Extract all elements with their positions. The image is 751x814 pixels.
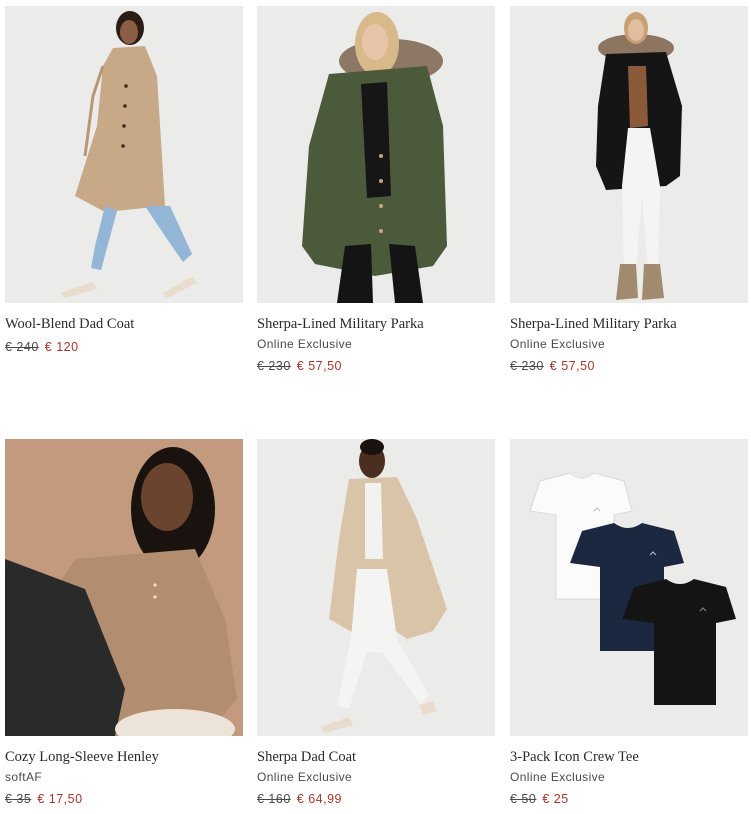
original-price: € 240 bbox=[5, 340, 39, 354]
product-image[interactable] bbox=[5, 6, 243, 303]
product-price: € 230 € 57,50 bbox=[510, 359, 748, 374]
product-image[interactable] bbox=[257, 439, 495, 736]
product-price: € 240 € 120 bbox=[5, 340, 243, 355]
original-price: € 35 bbox=[5, 792, 32, 806]
product-tag: Online Exclusive bbox=[510, 770, 606, 784]
product-card[interactable]: Wool-Blend Dad Coat € 240 € 120 bbox=[5, 6, 243, 355]
product-tag: Online Exclusive bbox=[257, 337, 353, 351]
product-price: € 160 € 64,99 bbox=[257, 792, 495, 807]
product-tag: Online Exclusive bbox=[257, 770, 353, 784]
sale-price: € 57,50 bbox=[549, 359, 595, 373]
product-card[interactable]: Sherpa Dad Coat Online Exclusive € 160 € … bbox=[257, 439, 495, 807]
product-name[interactable]: Sherpa-Lined Military Parka bbox=[510, 315, 748, 333]
sale-price: € 120 bbox=[44, 340, 79, 354]
original-price: € 160 bbox=[257, 792, 291, 806]
product-tag: softAF bbox=[5, 770, 43, 784]
product-name[interactable]: Wool-Blend Dad Coat bbox=[5, 315, 243, 333]
product-name[interactable]: Sherpa-Lined Military Parka bbox=[257, 315, 495, 333]
product-card[interactable]: 3-Pack Icon Crew Tee Online Exclusive € … bbox=[510, 439, 748, 807]
sale-price: € 25 bbox=[542, 792, 569, 806]
sale-price: € 64,99 bbox=[296, 792, 342, 806]
sale-price: € 17,50 bbox=[37, 792, 83, 806]
product-name[interactable]: Sherpa Dad Coat bbox=[257, 748, 495, 766]
original-price: € 230 bbox=[510, 359, 544, 373]
original-price: € 230 bbox=[257, 359, 291, 373]
product-card[interactable]: Sherpa-Lined Military Parka Online Exclu… bbox=[510, 6, 748, 374]
product-image[interactable] bbox=[257, 6, 495, 303]
product-name[interactable]: Cozy Long-Sleeve Henley bbox=[5, 748, 243, 766]
original-price: € 50 bbox=[510, 792, 537, 806]
product-price: € 230 € 57,50 bbox=[257, 359, 495, 374]
product-card[interactable]: Sherpa-Lined Military Parka Online Exclu… bbox=[257, 6, 495, 374]
product-price: € 50 € 25 bbox=[510, 792, 748, 807]
product-image[interactable] bbox=[510, 6, 748, 303]
product-price: € 35 € 17,50 bbox=[5, 792, 243, 807]
product-tag: Online Exclusive bbox=[510, 337, 606, 351]
sale-price: € 57,50 bbox=[296, 359, 342, 373]
product-image[interactable] bbox=[5, 439, 243, 736]
product-card[interactable]: Cozy Long-Sleeve Henley softAF € 35 € 17,… bbox=[5, 439, 243, 807]
product-grid: Wool-Blend Dad Coat € 240 € 120 Sherpa-L… bbox=[0, 0, 751, 814]
product-image[interactable] bbox=[510, 439, 748, 736]
product-name[interactable]: 3-Pack Icon Crew Tee bbox=[510, 748, 748, 766]
